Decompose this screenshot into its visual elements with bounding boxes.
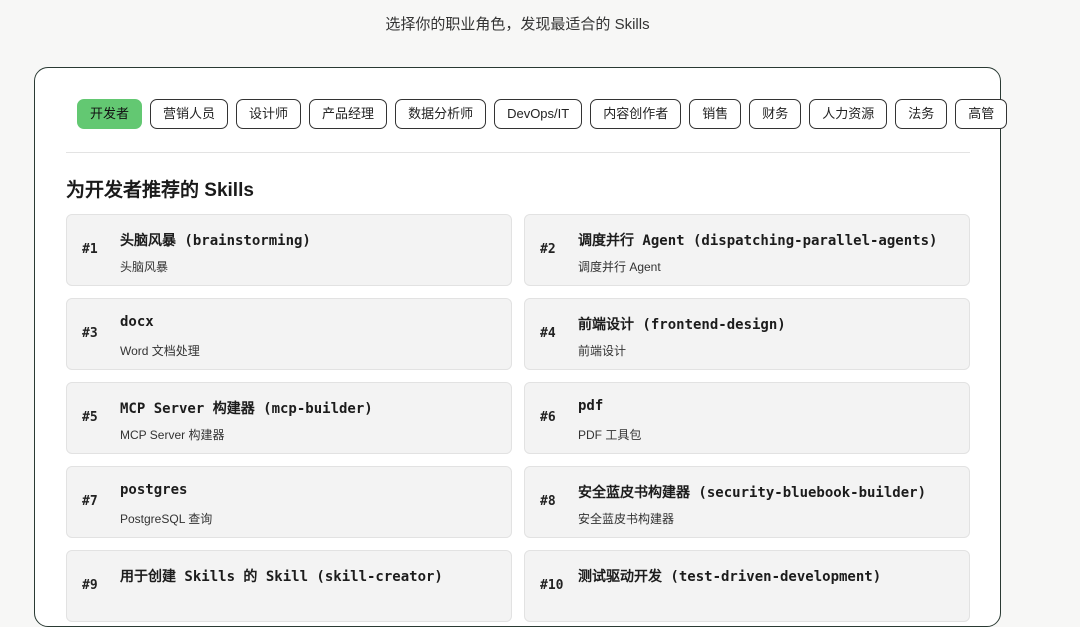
skill-card[interactable]: #10 测试驱动开发 (test-driven-development) (524, 550, 970, 622)
skill-name: 用于创建 Skills 的 Skill (skill-creator) (120, 569, 443, 585)
skill-name: MCP Server 构建器 (mcp-builder) (120, 401, 373, 417)
skill-description: MCP Server 构建器 (120, 428, 225, 442)
section-title: 为开发者推荐的 Skills (66, 180, 254, 201)
skill-description: 调度并行 Agent (578, 260, 661, 274)
role-tab-legal[interactable]: 法务 (895, 99, 948, 129)
skill-card[interactable]: #5 MCP Server 构建器 (mcp-builder) MCP Serv… (66, 382, 512, 454)
skill-card[interactable]: #7 postgres PostgreSQL 查询 (66, 466, 512, 538)
skill-description: Word 文档处理 (120, 344, 200, 358)
role-tab-executive[interactable]: 高管 (955, 99, 1008, 129)
skill-rank: #5 (82, 410, 98, 425)
role-tab-developer[interactable]: 开发者 (77, 99, 143, 129)
skill-card[interactable]: #9 用于创建 Skills 的 Skill (skill-creator) (66, 550, 512, 622)
skill-description: PDF 工具包 (578, 428, 642, 442)
skill-card[interactable]: #1 头脑风暴 (brainstorming) 头脑风暴 (66, 214, 512, 286)
role-tab-data-analyst[interactable]: 数据分析师 (395, 99, 487, 129)
skills-grid: #1 头脑风暴 (brainstorming) 头脑风暴 #2 调度并行 Age… (66, 214, 970, 622)
skill-name: 调度并行 Agent (dispatching-parallel-agents) (578, 233, 938, 249)
role-tabs: 开发者 营销人员 设计师 产品经理 数据分析师 DevOps/IT 内容创作者 … (77, 99, 1008, 129)
skill-description: 头脑风暴 (120, 260, 169, 274)
divider (66, 152, 970, 153)
skill-description: 前端设计 (578, 344, 627, 358)
role-tab-hr[interactable]: 人力资源 (809, 99, 888, 129)
role-tab-content-creator[interactable]: 内容创作者 (590, 99, 682, 129)
skill-name: 安全蓝皮书构建器 (security-bluebook-builder) (578, 485, 927, 501)
skill-description: 安全蓝皮书构建器 (578, 512, 675, 526)
skill-card[interactable]: #4 前端设计 (frontend-design) 前端设计 (524, 298, 970, 370)
page-subtitle: 选择你的职业角色，发现最适合的 Skills (385, 16, 650, 33)
skill-rank: #6 (540, 410, 556, 425)
skill-card[interactable]: #8 安全蓝皮书构建器 (security-bluebook-builder) … (524, 466, 970, 538)
skill-rank: #2 (540, 242, 556, 257)
skill-card[interactable]: #3 docx Word 文档处理 (66, 298, 512, 370)
skill-rank: #8 (540, 494, 556, 509)
role-tab-finance[interactable]: 财务 (749, 99, 802, 129)
skill-rank: #10 (540, 578, 564, 593)
skill-name: pdf (578, 398, 604, 414)
skill-rank: #4 (540, 326, 556, 341)
skill-description: PostgreSQL 查询 (120, 512, 213, 526)
skill-name: 头脑风暴 (brainstorming) (120, 233, 311, 249)
skill-rank: #9 (82, 578, 98, 593)
role-tab-product-manager[interactable]: 产品经理 (309, 99, 388, 129)
skill-name: 前端设计 (frontend-design) (578, 317, 786, 333)
skill-name: postgres (120, 482, 188, 498)
skill-rank: #3 (82, 326, 98, 341)
skill-card[interactable]: #2 调度并行 Agent (dispatching-parallel-agen… (524, 214, 970, 286)
role-tab-marketing[interactable]: 营销人员 (150, 99, 229, 129)
skill-rank: #1 (82, 242, 98, 257)
skills-card: 开发者 营销人员 设计师 产品经理 数据分析师 DevOps/IT 内容创作者 … (34, 67, 1008, 627)
skill-name: docx (120, 314, 154, 330)
skill-rank: #7 (82, 494, 98, 509)
role-tab-designer[interactable]: 设计师 (236, 99, 302, 129)
skill-card[interactable]: #6 pdf PDF 工具包 (524, 382, 970, 454)
role-tab-devops[interactable]: DevOps/IT (494, 99, 583, 129)
role-tab-sales[interactable]: 销售 (689, 99, 742, 129)
skill-name: 测试驱动开发 (test-driven-development) (578, 569, 882, 585)
